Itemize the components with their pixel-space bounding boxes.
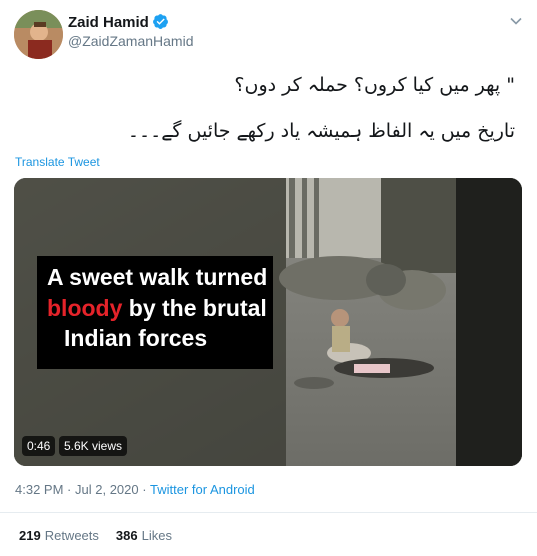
- tweet-meta: 4:32 PM · Jul 2, 2020 · Twitter for Andr…: [15, 482, 255, 497]
- avatar[interactable]: [14, 10, 63, 59]
- meta-separator-2: ·: [142, 482, 147, 497]
- video-views-badge: 5.6K views: [59, 436, 128, 456]
- likes-stat[interactable]: 386 Likes: [116, 528, 172, 543]
- meta-separator: ·: [67, 482, 72, 497]
- caption-line-1: A sweet walk turned: [47, 264, 268, 290]
- tweet-source-link[interactable]: Twitter for Android: [150, 482, 255, 497]
- chevron-down-icon[interactable]: [509, 14, 523, 28]
- verified-badge-icon: [152, 14, 168, 29]
- caption-line-2-rest: by the brutal: [122, 295, 267, 321]
- tweet-time[interactable]: 4:32 PM: [15, 482, 63, 497]
- tweet-date[interactable]: Jul 2, 2020: [75, 482, 139, 497]
- caption-red-word: bloody: [47, 295, 123, 321]
- tweet-text-line-1: " پھر میں کیا کروں؟ حملہ کر دوں؟: [234, 74, 515, 96]
- tweet-text-line-2: تاریخ میں یہ الفاظ ہمیشہ یاد رکھے جائیں …: [127, 120, 515, 142]
- caption-line-3: Indian forces: [64, 325, 208, 351]
- tweet-stats: 219 Retweets 386 Likes: [19, 528, 172, 543]
- divider: [0, 512, 537, 513]
- author-display-name[interactable]: Zaid Hamid: [68, 13, 169, 31]
- caption-line-2: bloody by the brutal: [47, 295, 267, 322]
- retweets-count: 219: [19, 528, 41, 543]
- translate-tweet-link[interactable]: Translate Tweet: [15, 155, 100, 169]
- video-duration-badge: 0:46: [22, 436, 56, 456]
- avatar-image: [14, 10, 63, 59]
- video-caption-overlay: A sweet walk turned bloody by the brutal…: [37, 256, 273, 369]
- author-handle[interactable]: @ZaidZamanHamid: [68, 33, 193, 49]
- likes-label: Likes: [141, 528, 172, 543]
- retweets-label: Retweets: [44, 528, 99, 543]
- likes-count: 386: [115, 528, 138, 543]
- retweets-stat[interactable]: 219 Retweets: [19, 528, 99, 543]
